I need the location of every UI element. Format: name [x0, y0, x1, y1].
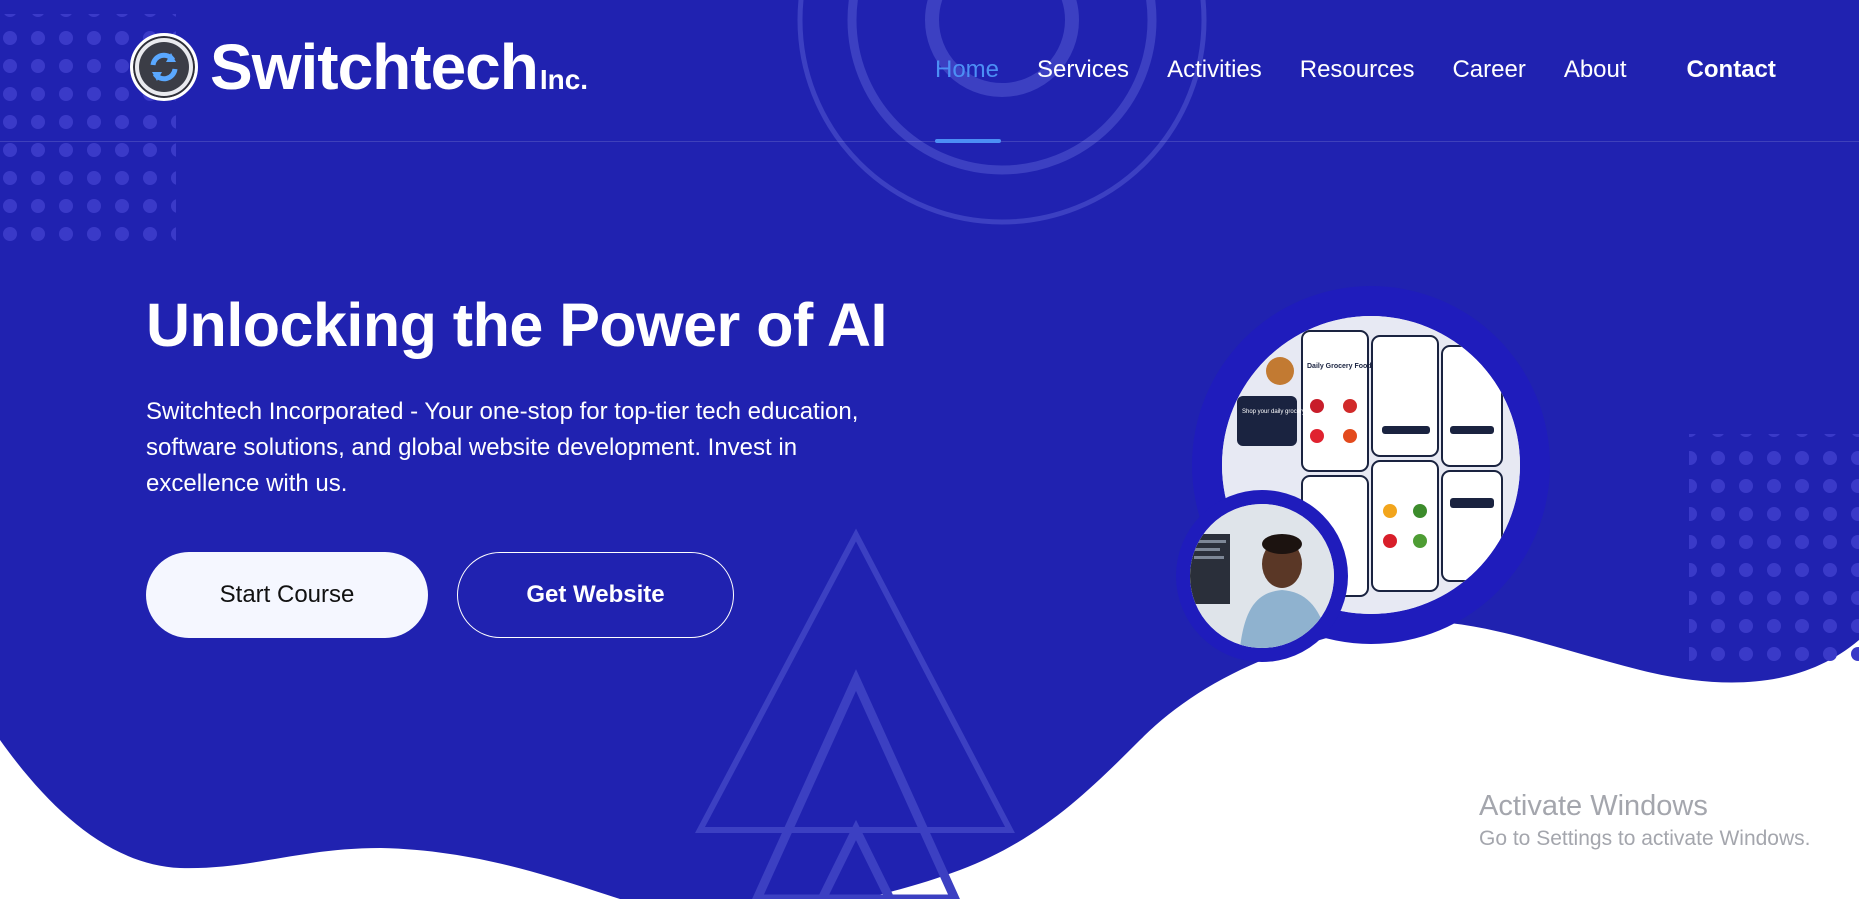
- nav-resources[interactable]: Resources: [1300, 56, 1415, 84]
- activate-windows-watermark: Activate Windows Go to Settings to activ…: [1479, 788, 1811, 854]
- hero-title: Unlocking the Power of AI: [146, 291, 888, 359]
- nav-home[interactable]: Home: [935, 56, 999, 84]
- nav-active-indicator: [935, 139, 1001, 143]
- hero-section: Switchtech Inc. Home Services Activities…: [0, 0, 1859, 899]
- app-title: Daily Grocery Food: [1307, 363, 1372, 370]
- brand-logo[interactable]: Switchtech Inc.: [130, 32, 588, 102]
- nav-services[interactable]: Services: [1037, 56, 1129, 84]
- brand-suffix: Inc.: [539, 64, 589, 95]
- hero-description: Switchtech Incorporated - Your one-stop …: [146, 398, 859, 497]
- nav-contact[interactable]: Contact: [1687, 56, 1776, 84]
- developer-photo-image: [1190, 504, 1334, 648]
- main-nav: Home Services Activities Resources Caree…: [935, 52, 1776, 88]
- dot-grid-right: [1689, 434, 1859, 670]
- nav-about[interactable]: About: [1564, 56, 1627, 84]
- sync-arrows-icon: [130, 33, 198, 101]
- get-website-button[interactable]: Get Website: [457, 552, 734, 638]
- watermark-subtitle: Go to Settings to activate Windows.: [1479, 827, 1811, 850]
- nav-activities[interactable]: Activities: [1167, 56, 1262, 84]
- start-course-button[interactable]: Start Course: [146, 552, 428, 638]
- brand-name: Switchtech: [210, 31, 539, 103]
- site-header: Switchtech Inc. Home Services Activities…: [0, 0, 1859, 142]
- watermark-title: Activate Windows: [1479, 790, 1708, 822]
- promo-title: Shop your daily grocery: [1242, 409, 1305, 415]
- photo-frame: [1176, 490, 1348, 662]
- nav-career[interactable]: Career: [1452, 56, 1525, 84]
